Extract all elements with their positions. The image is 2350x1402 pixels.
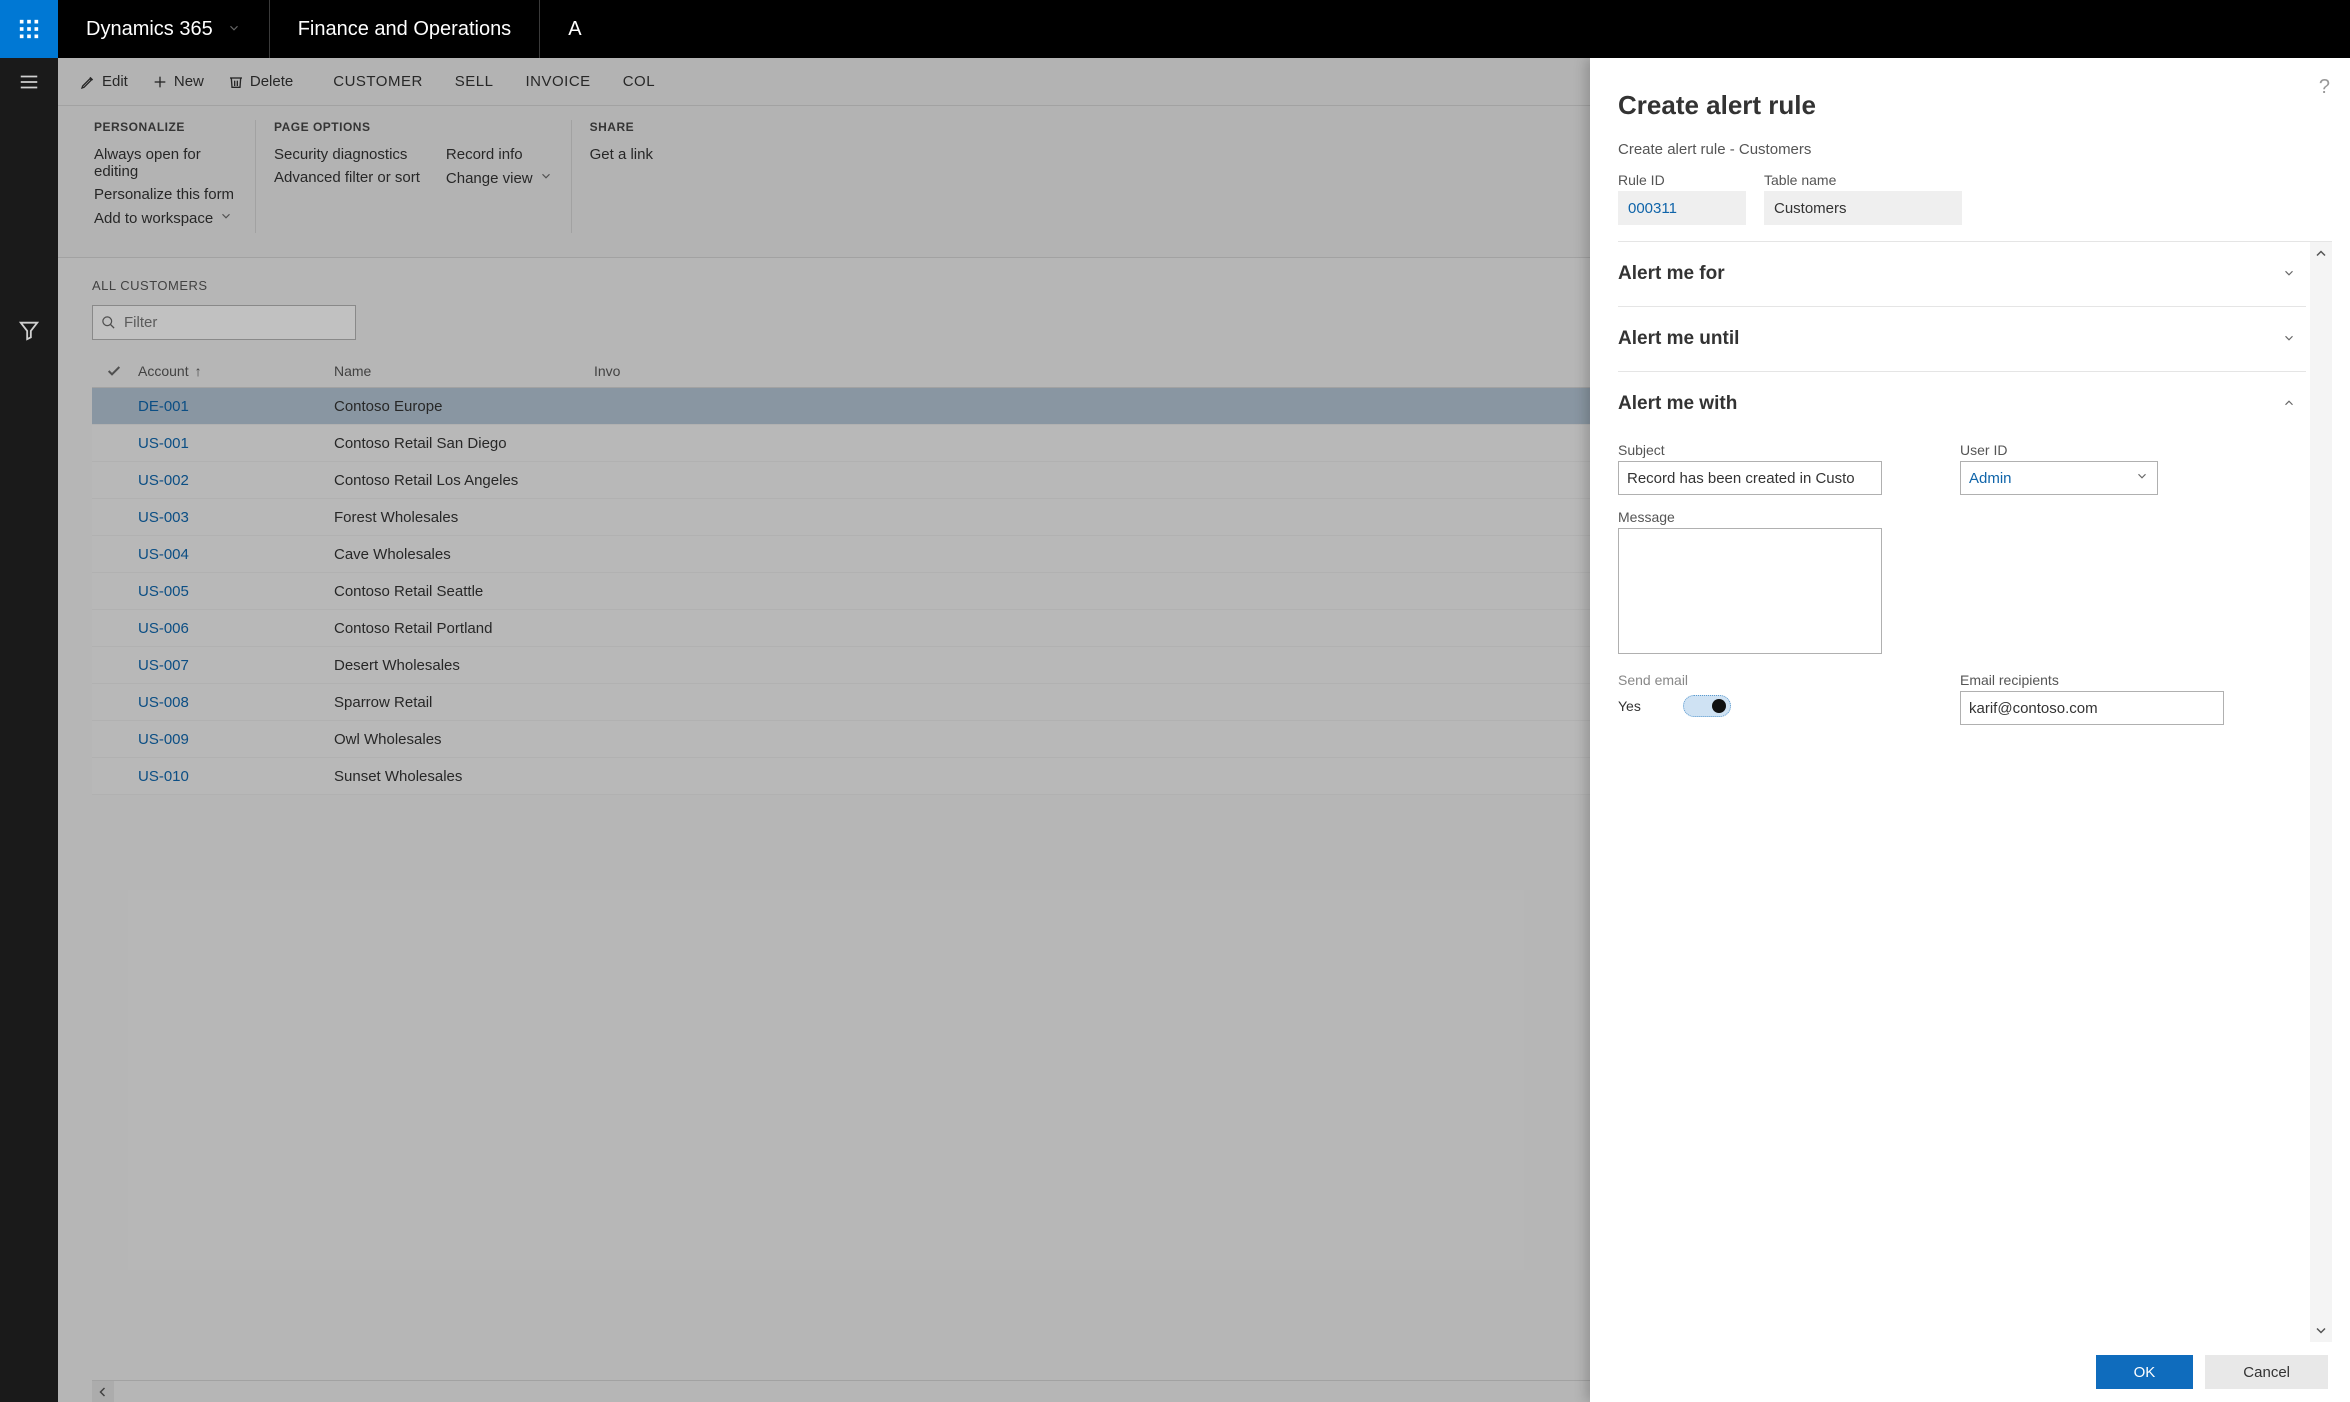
panel-scrollbar[interactable] (2310, 242, 2332, 1342)
section-alert-until-header[interactable]: Alert me until (1618, 307, 2306, 371)
section-alert-until: Alert me until (1618, 307, 2306, 372)
brand-dropdown[interactable]: Dynamics 365 (58, 0, 270, 58)
filter-rail-button[interactable] (0, 306, 58, 354)
table-name-label: Table name (1764, 172, 1962, 188)
chevron-down-icon (2315, 1324, 2327, 1336)
hamburger-icon (18, 71, 40, 93)
left-rail (0, 58, 58, 1402)
chevron-down-icon (2282, 331, 2296, 348)
section-alert-with-header[interactable]: Alert me with (1618, 372, 2306, 436)
rule-id-value[interactable]: 000311 (1618, 191, 1746, 225)
message-textarea[interactable] (1618, 528, 1882, 654)
chevron-down-icon (2282, 266, 2296, 283)
panel-title: Create alert rule (1618, 90, 2332, 121)
section-alert-for-title: Alert me for (1618, 263, 1725, 285)
recipients-input[interactable] (1960, 691, 2224, 725)
top-nav: Dynamics 365 Finance and Operations A (0, 0, 2350, 58)
nav-menu-button[interactable] (0, 58, 58, 106)
section-alert-until-title: Alert me until (1618, 328, 1739, 350)
cancel-button[interactable]: Cancel (2205, 1355, 2328, 1389)
create-alert-panel: ? Create alert rule Create alert rule - … (1590, 58, 2350, 1402)
scroll-down-button[interactable] (2310, 1318, 2332, 1342)
user-id-value: Admin (1969, 470, 2012, 487)
send-email-label: Send email (1618, 672, 1882, 688)
section-alert-for-header[interactable]: Alert me for (1618, 242, 2306, 306)
user-id-label: User ID (1960, 442, 2158, 458)
recipients-label: Email recipients (1960, 672, 2224, 688)
subject-label: Subject (1618, 442, 1882, 458)
send-email-toggle[interactable] (1683, 695, 1731, 717)
subject-input[interactable] (1618, 461, 1882, 495)
chevron-down-icon (2135, 469, 2149, 487)
waffle-icon (18, 18, 40, 40)
rule-id-label: Rule ID (1618, 172, 1746, 188)
section-alert-for: Alert me for (1618, 242, 2306, 307)
app-launcher-button[interactable] (0, 0, 58, 58)
section-alert-with: Alert me with Subject (1618, 372, 2306, 763)
send-email-value: Yes (1618, 698, 1641, 714)
chevron-up-icon (2282, 396, 2296, 413)
module-label: Finance and Operations (270, 0, 540, 58)
help-button[interactable]: ? (2319, 76, 2330, 99)
section-alert-with-title: Alert me with (1618, 393, 1737, 415)
chevron-down-icon (227, 18, 241, 41)
panel-footer: OK Cancel (1590, 1342, 2350, 1402)
table-name-value: Customers (1764, 191, 1962, 225)
filter-icon (18, 319, 40, 341)
message-label: Message (1618, 509, 2306, 525)
panel-subtitle: Create alert rule - Customers (1618, 141, 2332, 158)
scroll-up-button[interactable] (2310, 242, 2332, 266)
chevron-up-icon (2315, 248, 2327, 260)
top-nav-spacer: A (540, 0, 2350, 58)
brand-label: Dynamics 365 (86, 18, 213, 41)
user-id-select[interactable]: Admin (1960, 461, 2158, 495)
ok-button[interactable]: OK (2096, 1355, 2194, 1389)
